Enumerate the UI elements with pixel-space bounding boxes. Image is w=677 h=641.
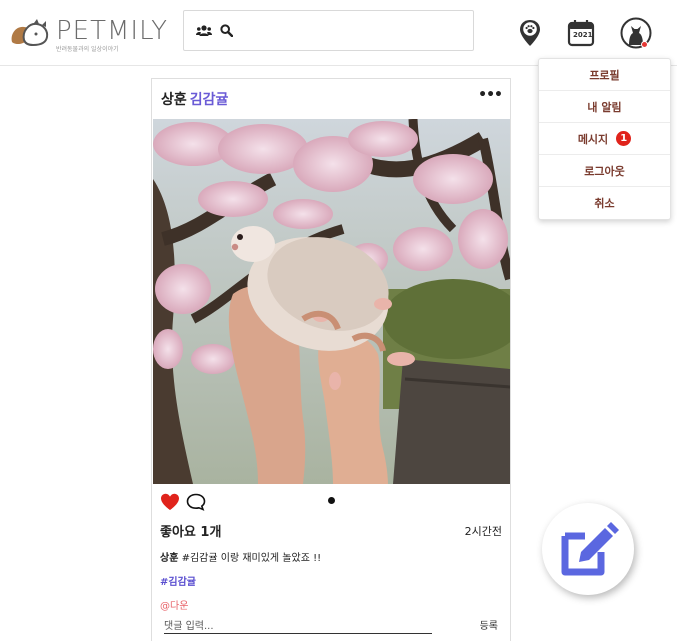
app-header: PETMILY 반려동물과의 일상이야기 2021 — [0, 0, 677, 66]
caption-author[interactable]: 상훈 — [160, 553, 178, 564]
post-photo[interactable] — [153, 119, 510, 484]
menu-item-logout[interactable]: 로그아웃 — [539, 155, 670, 187]
notification-dot — [641, 41, 648, 48]
post-time: 2시간전 — [464, 525, 502, 538]
mention-link[interactable]: @다운 — [160, 597, 188, 612]
search-box[interactable] — [183, 10, 474, 51]
write-post-button[interactable] — [542, 503, 634, 595]
post-author: 상훈 김감귤 — [161, 89, 228, 109]
caption-text: #김감귤 이랑 재미있게 놀았죠 !! — [178, 553, 322, 564]
like-count[interactable]: 좋아요 1개 — [160, 521, 221, 540]
logo-text: PETMILY — [56, 16, 169, 46]
menu-item-label: 내 알림 — [587, 100, 622, 114]
comment-input[interactable] — [164, 617, 432, 636]
comment-icon[interactable] — [186, 493, 206, 511]
map-button[interactable] — [515, 18, 545, 48]
menu-item-label: 취소 — [594, 197, 615, 210]
menu-item-cancel[interactable]: 취소 — [539, 187, 670, 219]
post-caption: 상훈 #김감귤 이랑 재미있게 놀았죠 !! — [160, 549, 321, 564]
logo-subtitle: 반려동물과의 일상이야기 — [56, 46, 119, 53]
message-count-badge: 1 — [616, 131, 632, 146]
pet-name[interactable]: 김감귤 — [190, 92, 229, 108]
edit-icon — [561, 522, 619, 576]
profile-dropdown-menu: 프로필 내 알림 메시지 1 로그아웃 취소 — [538, 58, 671, 220]
comment-field-wrapper — [164, 614, 432, 636]
menu-item-messages[interactable]: 메시지 1 — [539, 123, 670, 155]
heart-icon[interactable] — [160, 493, 180, 511]
menu-item-label: 로그아웃 — [584, 164, 625, 178]
post-card: 상훈 김감귤 ••• 좋아요 1개 2시간전 상훈 #김감귤 이랑 재미있게 놀… — [151, 78, 511, 641]
menu-item-profile[interactable]: 프로필 — [539, 59, 670, 91]
menu-item-label: 프로필 — [589, 68, 620, 82]
menu-item-notifications[interactable]: 내 알림 — [539, 91, 670, 123]
post-header: 상훈 김감귤 ••• — [152, 79, 510, 119]
submit-comment-button[interactable]: 등록 — [480, 617, 498, 632]
search-input[interactable] — [239, 15, 473, 46]
people-icon — [196, 24, 212, 36]
logo-icon — [11, 19, 49, 47]
hedgehog-cherry-blossom-photo — [153, 119, 510, 484]
hashtag-link[interactable]: #김감귤 — [160, 573, 196, 588]
menu-item-label: 메시지 — [577, 132, 609, 146]
paw-icon — [520, 20, 540, 46]
search-icon[interactable] — [220, 24, 233, 37]
more-options-button[interactable]: ••• — [478, 87, 503, 103]
logo[interactable]: PETMILY 반려동물과의 일상이야기 — [8, 16, 169, 53]
author-name[interactable]: 상훈 — [161, 92, 187, 108]
post-actions — [160, 492, 212, 512]
calendar-year: 2021 — [573, 31, 593, 39]
carousel-indicator[interactable] — [328, 497, 335, 504]
